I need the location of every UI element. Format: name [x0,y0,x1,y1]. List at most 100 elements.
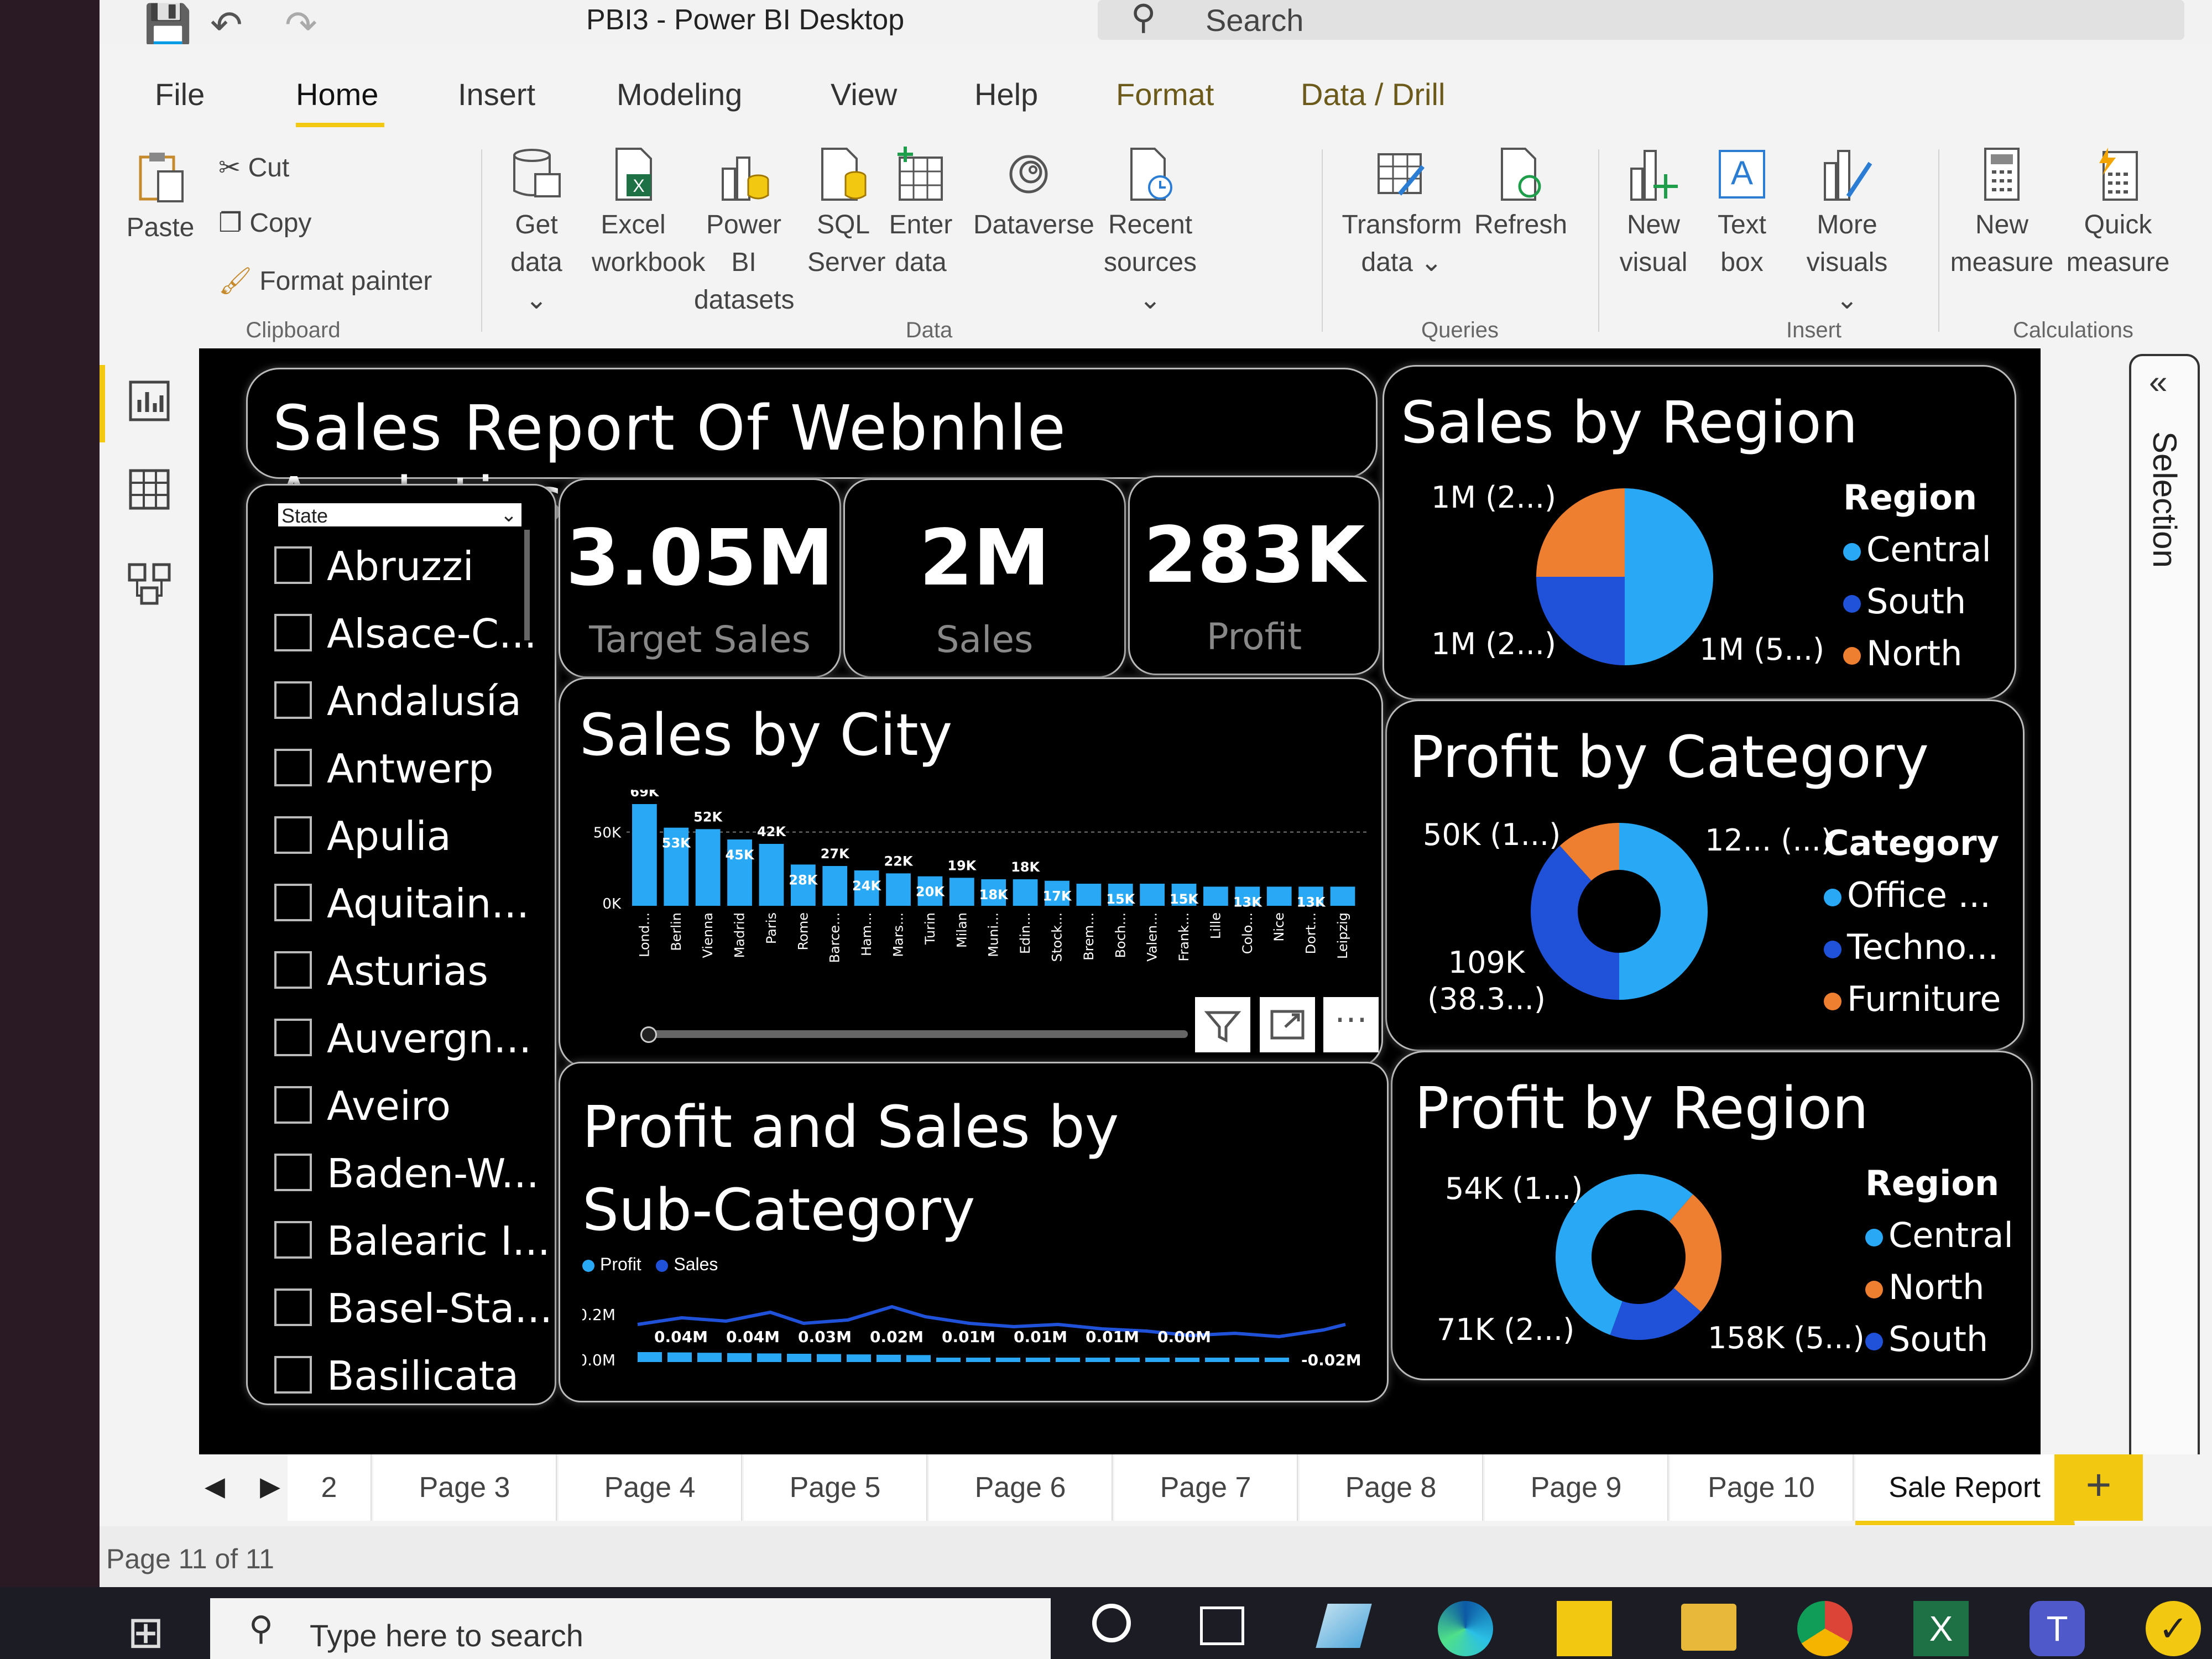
tab-file[interactable]: File [155,76,205,112]
format-painter-button[interactable]: 🖌 Format painter [218,263,432,300]
profit-bar[interactable] [757,1353,781,1362]
tab-modeling[interactable]: Modeling [617,76,742,112]
quick-measure-button[interactable]: Quick measure [2063,147,2173,281]
profit-bar[interactable] [1265,1358,1289,1362]
page-tab[interactable]: Page 5 [744,1454,927,1521]
bar[interactable] [822,866,848,906]
text-box-button[interactable]: A Text box [1709,147,1775,281]
checkbox[interactable] [274,681,312,719]
get-data-button[interactable]: Get data ⌄ [500,147,572,319]
profit-bar[interactable] [1205,1358,1229,1362]
excel-taskbar-icon[interactable]: X [1913,1601,1969,1656]
pie-slice-office[interactable] [1619,823,1708,1000]
teams-icon[interactable]: T [2030,1601,2085,1656]
power-bi-datasets-button[interactable]: Power BI datasets [694,147,794,319]
profit-bar[interactable] [966,1358,990,1362]
legend-item[interactable]: South [1865,1313,2013,1365]
taskbar-search[interactable]: ⚲ Type here to search [210,1598,1051,1659]
dataverse-button[interactable]: Dataverse [973,147,1094,244]
legend-item[interactable]: Furniture [1824,973,2001,1025]
enter-data-button[interactable]: Enter data [885,147,957,281]
profit-bar[interactable] [817,1354,841,1362]
profit-bar[interactable] [906,1355,931,1362]
profit-bar[interactable] [877,1354,901,1362]
paste-button[interactable]: Paste [122,149,199,247]
tab-data-drill[interactable]: Data / Drill [1301,76,1445,112]
chrome-icon[interactable] [1797,1601,1853,1656]
checkbox[interactable] [274,951,312,989]
sql-server-button[interactable]: SQL Server [807,147,885,281]
model-view-icon[interactable] [127,561,171,606]
bar[interactable] [1140,884,1165,906]
new-visual-button[interactable]: New visual [1615,147,1692,281]
bar[interactable] [1076,884,1102,906]
page-tab[interactable]: 2 [288,1454,372,1521]
checkbox[interactable] [274,1019,312,1056]
task-view-icon[interactable] [1200,1606,1244,1645]
slicer-header[interactable]: State ⌄ [278,503,521,527]
checkbox[interactable] [274,614,312,651]
legend-item[interactable]: South [1843,576,1991,628]
undo-icon[interactable]: ↶ [210,2,243,48]
excel-workbook-button[interactable]: X Excel workbook [592,147,705,281]
windows-start-icon[interactable]: ⊞ [127,1606,164,1658]
transform-data-button[interactable]: Transform data ⌄ [1341,147,1463,281]
profit-bar[interactable] [697,1353,722,1362]
powerbi-taskbar-icon[interactable] [1557,1601,1612,1656]
checkbox[interactable] [274,1356,312,1394]
profit-bar[interactable] [1175,1358,1199,1362]
profit-bar[interactable] [847,1354,871,1362]
profit-bar[interactable] [1086,1358,1110,1362]
refresh-button[interactable]: Refresh [1465,147,1576,244]
scroll-handle[interactable] [640,1026,657,1043]
focus-mode-button[interactable] [1260,997,1315,1052]
bar[interactable] [632,804,657,906]
checkbox[interactable] [274,1154,312,1191]
chevron-down-icon[interactable]: ⌄ [500,503,517,526]
page-tab[interactable]: Page 6 [929,1454,1113,1521]
collapse-icon[interactable]: « [2149,363,2167,401]
page-tab[interactable]: Page 3 [373,1454,557,1521]
cortana-icon[interactable] [1092,1604,1131,1642]
legend-item[interactable]: Central [1865,1209,2013,1261]
checkmark-icon[interactable]: ✓ [2146,1601,2201,1656]
bar[interactable] [695,829,721,906]
bar[interactable] [886,873,911,906]
bar[interactable] [1330,886,1355,906]
next-page-icon[interactable]: ▶ [260,1471,280,1502]
profit-bar[interactable] [1145,1358,1170,1362]
profit-bar[interactable] [787,1354,811,1362]
page-tab[interactable]: Page 8 [1300,1454,1483,1521]
checkbox[interactable] [274,749,312,786]
legend-item[interactable]: Central [1843,524,1991,576]
more-options-icon[interactable]: ⋯ [1323,997,1379,1052]
profit-bar[interactable] [996,1358,1020,1362]
edge-icon[interactable] [1438,1601,1493,1656]
recent-sources-button[interactable]: Recent sources ⌄ [1095,147,1206,319]
page-tab-active[interactable]: Sale Report [1855,1454,2075,1525]
profit-bar[interactable] [1026,1358,1050,1362]
checkbox[interactable] [274,546,312,584]
page-tab[interactable]: Page 7 [1114,1454,1298,1521]
prev-page-icon[interactable]: ◀ [205,1471,225,1502]
checkbox[interactable] [274,884,312,921]
bar[interactable] [949,878,974,906]
bar[interactable] [759,844,784,906]
filter-button[interactable] [1195,997,1250,1052]
state-slicer[interactable]: State ⌄ Abruzzi Alsace-C... Andalusía An… [246,484,556,1405]
tab-insert[interactable]: Insert [458,76,535,112]
bar[interactable] [1203,886,1228,906]
checkbox[interactable] [274,1086,312,1124]
sales-by-city-card[interactable]: Sales by City 50K 0K 69K Lond... 53K Berlin 52… [559,677,1383,1068]
profit-bar[interactable] [667,1352,692,1362]
more-visuals-button[interactable]: More visuals ⌄ [1792,147,1902,319]
checkbox[interactable] [274,816,312,854]
profit-bar[interactable] [638,1352,662,1362]
tab-format[interactable]: Format [1116,76,1214,112]
legend-item[interactable]: North [1865,1261,2013,1313]
profit-bar[interactable] [936,1358,961,1362]
app-icon[interactable] [1316,1604,1372,1648]
bar[interactable] [1266,886,1292,906]
copy-button[interactable]: ❐ Copy [218,205,311,242]
legend-item[interactable]: North [1843,628,1991,680]
